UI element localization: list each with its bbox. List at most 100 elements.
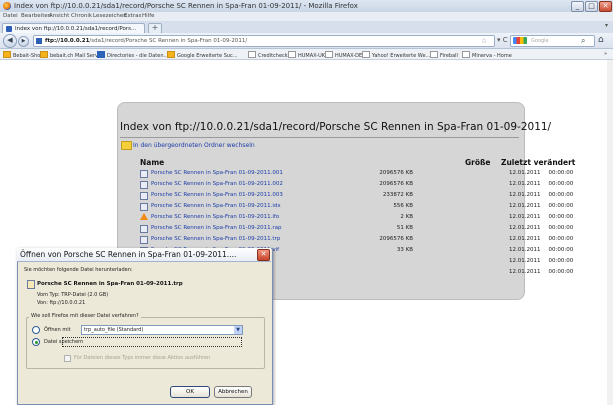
dialog-intro: Sie möchten folgende Datei herunterladen… <box>24 267 133 273</box>
file-date: 12.01.2011 <box>509 203 541 209</box>
bookmark-item[interactable]: Bebait-Shop <box>3 51 43 59</box>
file-date: 12.01.2011 <box>509 236 541 242</box>
save-file-label[interactable]: Datei speichern <box>44 339 83 345</box>
file-date: 12.01.2011 <box>509 258 541 264</box>
column-header-size[interactable]: Größe <box>465 158 491 167</box>
site-identity-icon[interactable] <box>36 38 42 44</box>
dialog-close-button[interactable]: ✕ <box>257 249 270 261</box>
file-name-link[interactable]: Porsche SC Rennen in Spa-Fran 01-09-2011… <box>151 203 281 209</box>
action-question: Wie soll Firefox mit dieser Datei verfah… <box>29 313 141 319</box>
file-name-link[interactable]: Porsche SC Rennen in Spa-Fran 01-09-2011… <box>151 236 280 242</box>
bookmark-item[interactable]: HUMAX-DE <box>325 51 362 59</box>
menu-bearbeiten[interactable]: Bearbeiten <box>21 13 51 19</box>
file-size: 51 KB <box>396 225 413 231</box>
remember-label[interactable]: Für Dateien dieses Typs immer diese Akti… <box>74 355 210 361</box>
column-header-name[interactable]: Name <box>140 158 164 167</box>
file-date: 12.01.2011 <box>509 192 541 198</box>
menu-hilfe[interactable]: Hilfe <box>142 13 155 19</box>
file-row[interactable]: Porsche SC Rennen in Spa-Fran 01-09-2011… <box>140 180 573 189</box>
cancel-button[interactable]: Abbrechen <box>214 386 252 398</box>
parent-folder-link[interactable]: In den übergeordneten Ordner wechseln <box>133 142 255 149</box>
file-name-link[interactable]: Porsche SC Rennen in Spa-Fran 01-09-2011… <box>151 170 283 176</box>
tab-list-chevron-icon[interactable]: ▾ <box>605 22 608 29</box>
close-window-button[interactable]: ✕ <box>599 1 612 12</box>
title-divider <box>120 137 519 138</box>
url-text[interactable]: ftp://10.0.0.21/sda1/record/Porsche SC R… <box>45 38 247 44</box>
open-with-select[interactable]: trp_auto_file (Standard) ▼ <box>81 325 243 335</box>
file-date: 12.01.2011 <box>509 214 541 220</box>
tab-label: Index von ftp://10.0.0.21/sda1/record/Po… <box>15 26 137 32</box>
reload-button[interactable]: ▾ C <box>497 36 508 44</box>
forward-button[interactable]: ▶ <box>18 36 29 47</box>
open-with-radio[interactable] <box>32 326 40 334</box>
bookmark-item[interactable]: Creditcheck <box>248 51 288 59</box>
menu-lesezeichen[interactable]: Lesezeichen <box>93 13 127 19</box>
file-modified: 12.01.2011 00:00:00 <box>509 192 573 198</box>
file-date: 12.01.2011 <box>509 269 541 275</box>
search-box[interactable]: Google ⌕ <box>510 35 595 47</box>
google-engine-icon[interactable] <box>513 37 527 44</box>
bookmarks-overflow-icon[interactable]: » <box>604 51 607 57</box>
bookmark-item[interactable]: Yahoo! Erweiterte We... <box>362 51 430 59</box>
tab-favicon-icon <box>6 26 12 32</box>
window-title: Index von ftp://10.0.0.21/sda1/record/Po… <box>14 2 358 10</box>
column-header-modified[interactable]: Zuletzt verändert <box>501 158 575 167</box>
back-button[interactable]: ◀ <box>3 34 17 48</box>
file-row[interactable]: Porsche SC Rennen in Spa-Fran 01-09-2011… <box>140 235 573 244</box>
bookmark-item[interactable]: Fireball <box>430 51 458 59</box>
file-icon <box>140 181 148 189</box>
home-button[interactable]: ⌂ <box>598 35 604 45</box>
remember-checkbox[interactable] <box>64 355 71 362</box>
file-size: 2096576 KB <box>379 236 413 242</box>
file-row[interactable]: Porsche SC Rennen in Spa-Fran 01-09-2011… <box>140 202 573 211</box>
dialog-titlebar: Öffnen von Porsche SC Rennen in Spa-Fran… <box>17 248 271 262</box>
file-name-link[interactable]: Porsche SC Rennen in Spa-Fran 01-09-2011… <box>151 192 283 198</box>
minimize-button[interactable]: _ <box>571 1 584 12</box>
bookmark-item[interactable]: Directories - die Daten... <box>97 51 168 59</box>
file-date: 12.01.2011 <box>509 225 541 231</box>
firefox-logo-icon <box>3 2 11 10</box>
file-date: 12.01.2011 <box>509 247 541 253</box>
vlc-file-icon <box>140 213 148 220</box>
open-with-label[interactable]: Öffnen mit <box>44 327 71 333</box>
bookmarks-bar: Bebait-Shop bebait.ch Mail Server Direct… <box>0 49 613 60</box>
file-time: 00:00:00 <box>548 247 574 253</box>
file-size: 2 KB <box>400 214 413 220</box>
chevron-down-icon[interactable]: ▼ <box>234 326 242 334</box>
file-icon <box>140 203 148 211</box>
menu-ansicht[interactable]: Ansicht <box>49 13 69 19</box>
file-row[interactable]: Porsche SC Rennen in Spa-Fran 01-09-2011… <box>140 169 573 178</box>
file-time: 00:00:00 <box>548 258 574 264</box>
bookmark-item[interactable]: Minerva - Home <box>462 51 512 59</box>
file-name-link[interactable]: Porsche SC Rennen in Spa-Fran 01-09-2011… <box>151 214 279 220</box>
file-modified: 12.01.2011 00:00:00 <box>509 214 573 220</box>
folder-up-icon[interactable] <box>121 141 132 150</box>
menu-chronik[interactable]: Chronik <box>71 13 92 19</box>
save-focus-box <box>62 337 242 347</box>
menu-extras[interactable]: Extras <box>124 13 141 19</box>
bookmark-item[interactable]: HUMAX-UK <box>288 51 325 59</box>
maximize-button[interactable]: □ <box>585 1 598 12</box>
file-size: 233872 KB <box>382 192 413 198</box>
file-row[interactable]: Porsche SC Rennen in Spa-Fran 01-09-2011… <box>140 191 573 200</box>
file-size: 556 KB <box>393 203 413 209</box>
bookmark-item[interactable]: Google Erweiterte Suc... <box>167 51 238 59</box>
url-bar[interactable]: ftp://10.0.0.21/sda1/record/Porsche SC R… <box>33 35 495 47</box>
bookmark-item[interactable]: bebait.ch Mail Server <box>40 51 103 59</box>
file-size: 33 KB <box>396 247 413 253</box>
file-name-link[interactable]: Porsche SC Rennen in Spa-Fran 01-09-2011… <box>151 181 283 187</box>
menu-datei[interactable]: Datei <box>3 13 18 19</box>
save-file-radio[interactable] <box>32 338 40 346</box>
file-name-link[interactable]: Porsche SC Rennen in Spa-Fran 01-09-2011… <box>151 225 281 231</box>
file-type-icon <box>27 280 35 289</box>
file-row[interactable]: Porsche SC Rennen in Spa-Fran 01-09-2011… <box>140 224 573 233</box>
file-icon <box>140 170 148 178</box>
dialog-title: Öffnen von Porsche SC Rennen in Spa-Fran… <box>20 250 237 259</box>
search-icon[interactable]: ⌕ <box>581 36 585 46</box>
file-size: 2096576 KB <box>379 181 413 187</box>
bookmark-star-icon[interactable]: ☆ <box>481 37 487 45</box>
file-modified: 12.01.2011 00:00:00 <box>509 236 573 242</box>
scrollbar[interactable] <box>607 60 613 405</box>
file-row[interactable]: Porsche SC Rennen in Spa-Fran 01-09-2011… <box>140 213 573 222</box>
ok-button[interactable]: OK <box>170 386 210 398</box>
